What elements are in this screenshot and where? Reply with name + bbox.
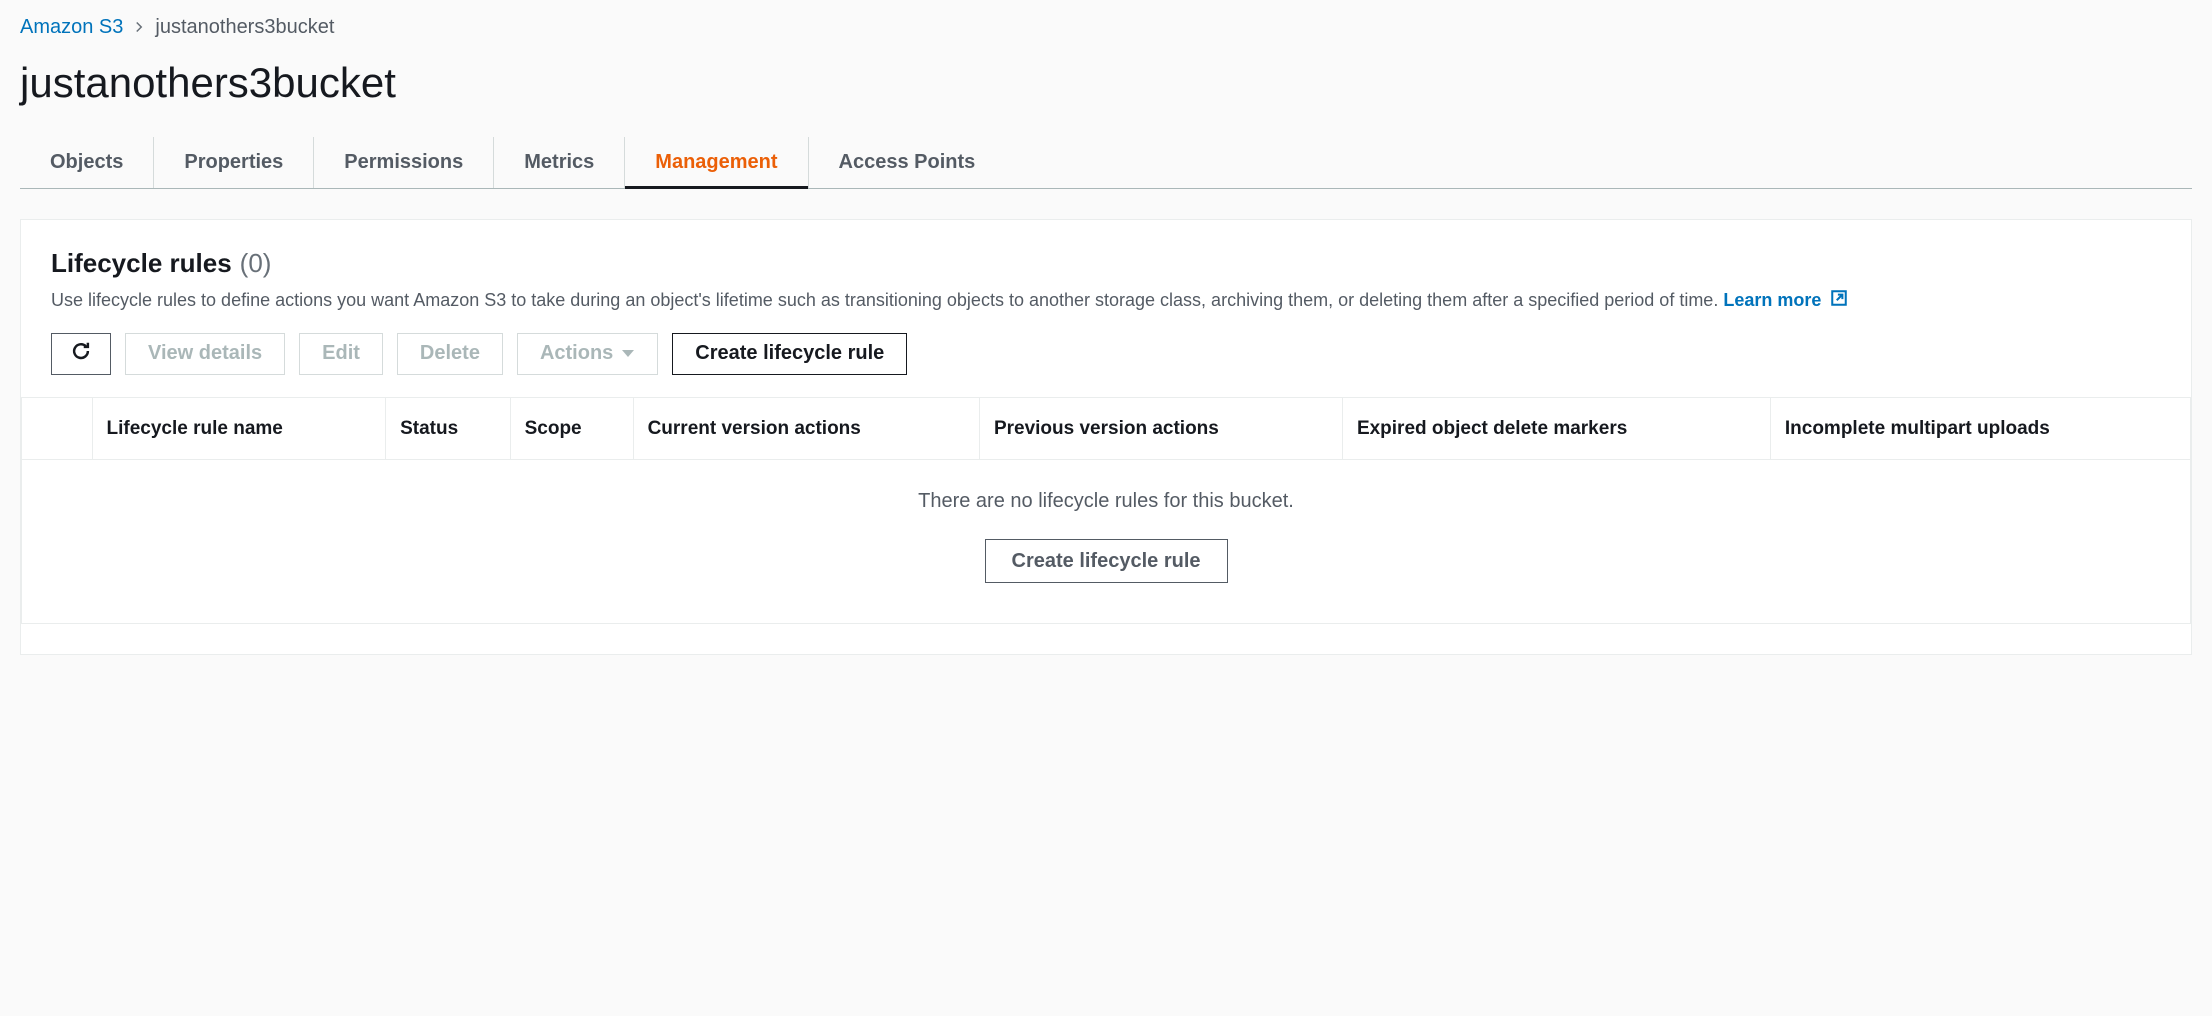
breadcrumb: Amazon S3 justanothers3bucket <box>20 16 2192 39</box>
panel-title-text: Lifecycle rules <box>51 248 232 279</box>
refresh-icon <box>70 340 92 368</box>
toolbar: View details Edit Delete Actions Create … <box>51 333 2161 375</box>
empty-message: There are no lifecycle rules for this bu… <box>32 490 2180 513</box>
create-lifecycle-rule-empty-button[interactable]: Create lifecycle rule <box>985 539 1228 583</box>
lifecycle-rules-table: Lifecycle rule name Status Scope Current… <box>21 397 2191 625</box>
chevron-right-icon <box>133 17 145 38</box>
table-header-expired-markers: Expired object delete markers <box>1342 398 1770 460</box>
tabs: Objects Properties Permissions Metrics M… <box>20 137 2192 189</box>
table-header-incomplete-multipart: Incomplete multipart uploads <box>1770 398 2190 460</box>
table-header-name: Lifecycle rule name <box>92 398 386 460</box>
tab-access-points[interactable]: Access Points <box>809 137 1006 188</box>
create-lifecycle-rule-button[interactable]: Create lifecycle rule <box>672 333 907 375</box>
delete-button[interactable]: Delete <box>397 333 503 375</box>
edit-button[interactable]: Edit <box>299 333 383 375</box>
panel-description: Use lifecycle rules to define actions yo… <box>51 287 2161 315</box>
external-link-icon <box>1830 288 1848 315</box>
table-header-status: Status <box>386 398 510 460</box>
lifecycle-rules-panel: Lifecycle rules (0) Use lifecycle rules … <box>20 219 2192 655</box>
caret-down-icon <box>621 342 635 365</box>
learn-more-label: Learn more <box>1723 290 1821 310</box>
tab-objects[interactable]: Objects <box>20 137 154 188</box>
breadcrumb-current: justanothers3bucket <box>155 16 334 39</box>
learn-more-link[interactable]: Learn more <box>1723 290 1848 310</box>
table-header-current-version: Current version actions <box>633 398 979 460</box>
page-title: justanothers3bucket <box>20 59 2192 107</box>
actions-dropdown[interactable]: Actions <box>517 333 658 375</box>
table-header-row: Lifecycle rule name Status Scope Current… <box>22 398 2190 460</box>
tab-permissions[interactable]: Permissions <box>314 137 494 188</box>
view-details-button[interactable]: View details <box>125 333 285 375</box>
panel-count: (0) <box>240 248 272 279</box>
table-empty-row: There are no lifecycle rules for this bu… <box>22 460 2190 624</box>
panel-header: Lifecycle rules (0) Use lifecycle rules … <box>51 248 2161 315</box>
tab-properties[interactable]: Properties <box>154 137 314 188</box>
table-header-select <box>22 398 92 460</box>
table-header-previous-version: Previous version actions <box>979 398 1342 460</box>
tab-management[interactable]: Management <box>625 137 808 188</box>
panel-title: Lifecycle rules (0) <box>51 248 271 279</box>
actions-label: Actions <box>540 342 613 365</box>
panel-description-text: Use lifecycle rules to define actions yo… <box>51 290 1718 310</box>
tab-metrics[interactable]: Metrics <box>494 137 625 188</box>
refresh-button[interactable] <box>51 333 111 375</box>
breadcrumb-root-link[interactable]: Amazon S3 <box>20 16 123 39</box>
table-header-scope: Scope <box>510 398 633 460</box>
